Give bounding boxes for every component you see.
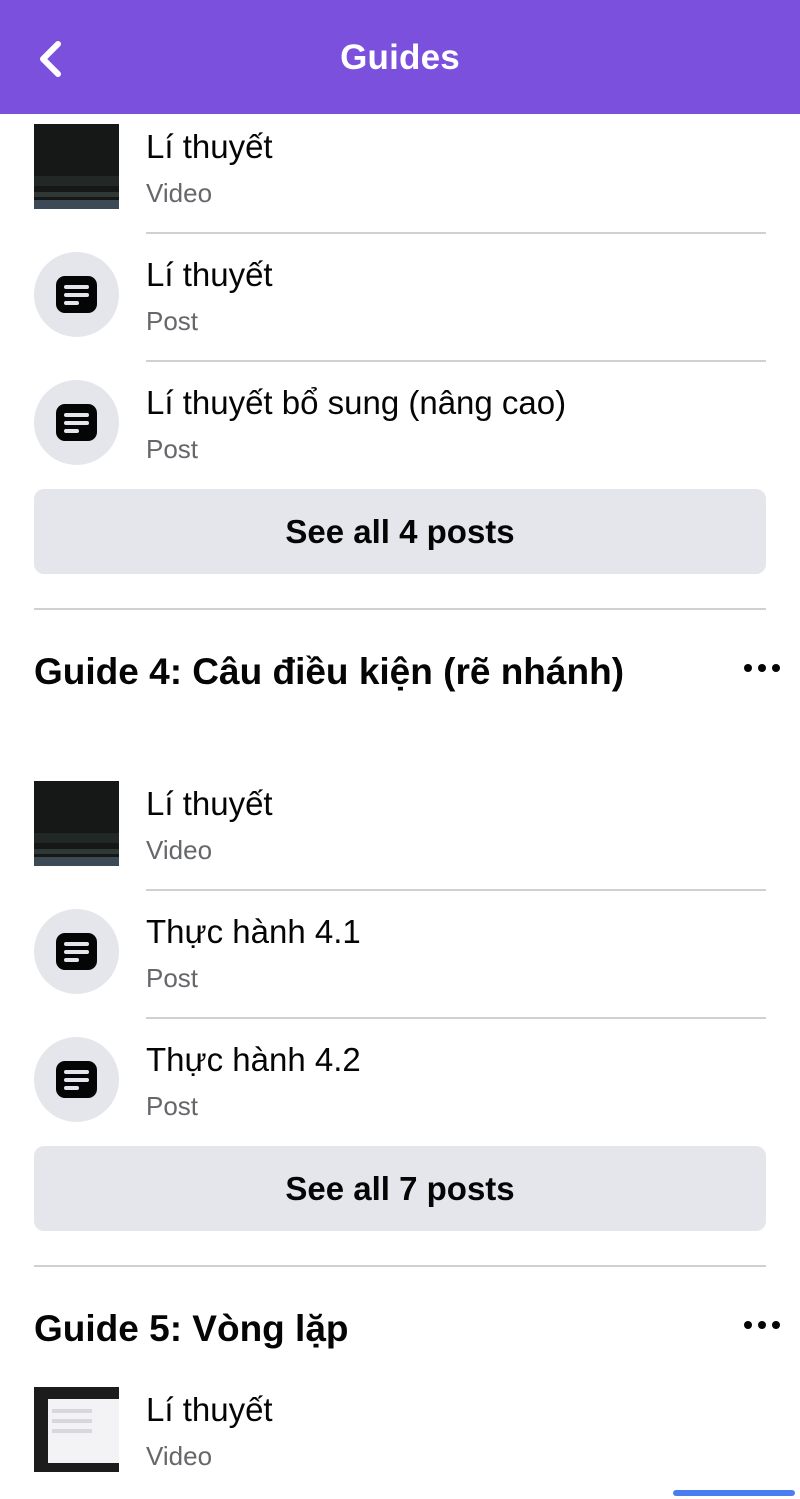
item-type: Post (146, 1091, 199, 1121)
list-item[interactable]: Thực hành 4.1 Post (0, 899, 800, 1027)
post-icon (34, 1037, 119, 1122)
list-item[interactable]: Lí thuyết Video (0, 1377, 800, 1499)
scroll-indicator (673, 1490, 795, 1496)
video-thumbnail (34, 124, 119, 209)
more-options-button[interactable] (740, 658, 784, 678)
divider (146, 232, 766, 234)
guide-title: Guide 4: Câu điều kiện (rẽ nhánh) (34, 651, 625, 692)
divider (146, 889, 766, 891)
more-options-button[interactable] (740, 1315, 784, 1335)
item-type: Video (146, 178, 213, 208)
section-divider (34, 608, 766, 610)
item-type: Video (146, 1441, 213, 1471)
list-item[interactable]: Lí thuyết bổ sung (nâng cao) Post (0, 370, 800, 498)
item-title: Lí thuyết bổ sung (nâng cao) (146, 384, 567, 421)
more-dots-icon (744, 664, 752, 672)
guide-title: Guide 5: Vòng lặp (34, 1308, 349, 1349)
item-title: Lí thuyết (146, 256, 273, 293)
item-type: Video (146, 835, 213, 865)
list-item[interactable]: Lí thuyết Post (0, 242, 800, 370)
item-type: Post (146, 434, 199, 464)
section-divider (34, 1265, 766, 1267)
post-icon (34, 909, 119, 994)
item-type: Post (146, 306, 199, 336)
list-item[interactable]: Lí thuyết Video (0, 114, 800, 242)
see-all-posts-button[interactable]: See all 4 posts (34, 489, 766, 574)
item-title: Lí thuyết (146, 1391, 273, 1428)
video-thumbnail (34, 781, 119, 866)
item-title: Thực hành 4.1 (146, 913, 361, 950)
item-title: Lí thuyết (146, 785, 273, 822)
top-bar: Guides (0, 0, 800, 114)
list-item[interactable]: Thực hành 4.2 Post (0, 1027, 800, 1155)
post-icon (34, 380, 119, 465)
list-item[interactable]: Lí thuyết Video (0, 771, 800, 899)
divider (146, 360, 766, 362)
item-title: Thực hành 4.2 (146, 1041, 361, 1078)
divider (146, 1017, 766, 1019)
post-icon (34, 252, 119, 337)
item-type: Post (146, 963, 199, 993)
video-thumbnail (34, 1387, 119, 1472)
page-title: Guides (340, 38, 460, 77)
item-title: Lí thuyết (146, 128, 273, 165)
see-all-posts-button[interactable]: See all 7 posts (34, 1146, 766, 1231)
more-dots-icon (744, 1321, 752, 1329)
